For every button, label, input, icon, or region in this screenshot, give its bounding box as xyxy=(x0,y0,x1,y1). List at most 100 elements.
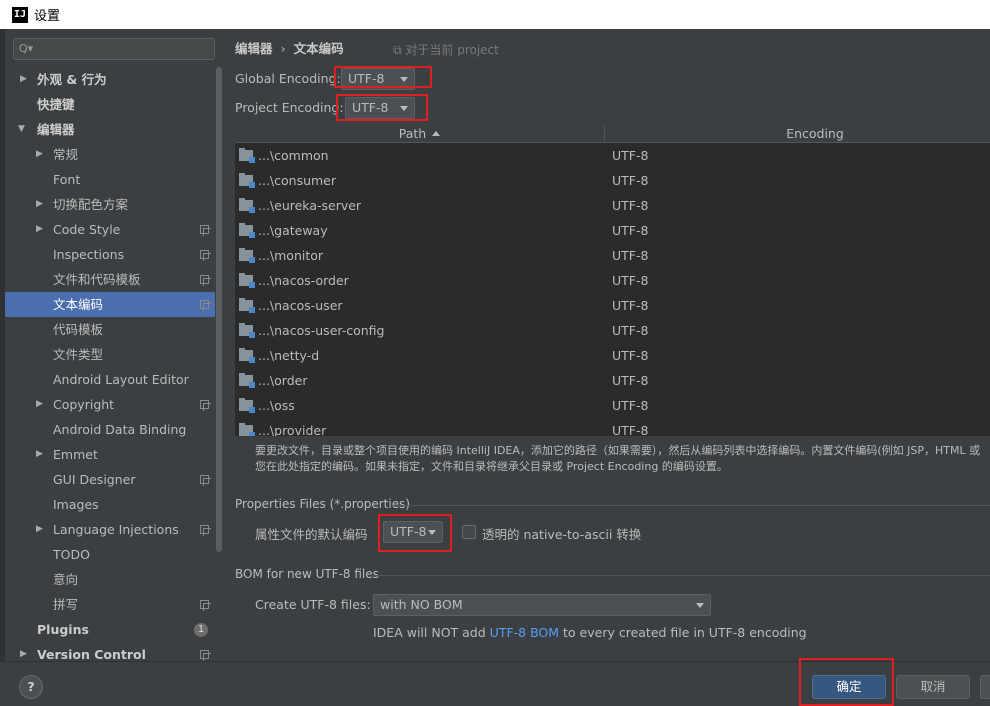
row-encoding[interactable]: UTF-8 xyxy=(612,193,648,218)
table-row[interactable]: ...\oss UTF-8 xyxy=(235,393,990,418)
table-row[interactable]: ...\common UTF-8 xyxy=(235,143,990,168)
module-folder-icon xyxy=(239,423,255,436)
breadcrumb-separator: › xyxy=(280,41,286,56)
section-divider xyxy=(390,505,990,506)
sidebar-item-emmet[interactable]: ▶ Emmet xyxy=(5,442,215,467)
sidebar-item-color-scheme[interactable]: ▶ 切换配色方案 xyxy=(5,192,215,217)
sidebar-item-android-layout-editor[interactable]: Android Layout Editor xyxy=(5,367,215,392)
row-encoding[interactable]: UTF-8 xyxy=(612,243,648,268)
row-encoding[interactable]: UTF-8 xyxy=(612,268,648,293)
row-path: ...\provider xyxy=(258,423,327,436)
search-icon: Q▾ xyxy=(19,42,34,55)
title-bar: IJ 设置 xyxy=(0,0,990,29)
sidebar-item-intentions[interactable]: 意向 xyxy=(5,567,215,592)
utf8-bom-link[interactable]: UTF-8 BOM xyxy=(490,625,559,640)
expand-arrow-icon[interactable]: ▶ xyxy=(20,67,27,92)
table-row[interactable]: ...\provider UTF-8 xyxy=(235,418,990,436)
sidebar-item-label: 代码模板 xyxy=(53,322,104,337)
table-row[interactable]: ...\order UTF-8 xyxy=(235,368,990,393)
sidebar-item-label: 拼写 xyxy=(53,597,79,612)
sidebar-item-label: 文件和代码模板 xyxy=(53,272,141,287)
apply-button[interactable] xyxy=(980,675,990,699)
expand-arrow-icon[interactable]: ▶ xyxy=(36,142,43,167)
sidebar-item-inspections[interactable]: Inspections xyxy=(5,242,215,267)
sidebar-item-spelling[interactable]: 拼写 xyxy=(5,592,215,617)
window-title: 设置 xyxy=(34,9,61,24)
sidebar-item-appearance[interactable]: ▶ 外观 & 行为 xyxy=(5,67,215,92)
sidebar-item-font[interactable]: Font xyxy=(5,167,215,192)
row-encoding[interactable]: UTF-8 xyxy=(612,168,648,193)
sidebar-item-plugins[interactable]: Plugins 1 xyxy=(5,617,215,642)
chevron-down-icon xyxy=(696,603,704,608)
help-button[interactable]: ? xyxy=(19,675,43,699)
breadcrumb: 编辑器 › 文本编码 xyxy=(235,38,344,57)
sidebar-item-editor[interactable]: ▼ 编辑器 xyxy=(5,117,215,142)
bom-info: IDEA will NOT add UTF-8 BOM to every cre… xyxy=(373,625,807,640)
row-encoding[interactable]: UTF-8 xyxy=(612,368,648,393)
module-folder-icon xyxy=(239,373,255,388)
project-scope-icon xyxy=(200,225,211,236)
sidebar-item-general[interactable]: ▶ 常规 xyxy=(5,142,215,167)
sidebar-item-android-data-binding[interactable]: Android Data Binding xyxy=(5,417,215,442)
sidebar-item-language-injections[interactable]: ▶ Language Injections xyxy=(5,517,215,542)
native-to-ascii-checkbox[interactable] xyxy=(462,525,476,539)
row-encoding[interactable]: UTF-8 xyxy=(612,343,648,368)
bom-select[interactable]: with NO BOM xyxy=(373,594,711,616)
sidebar-item-label: Language Injections xyxy=(53,522,179,537)
row-path: ...\order xyxy=(258,373,308,388)
encoding-column-header[interactable]: Encoding xyxy=(605,125,990,143)
row-encoding[interactable]: UTF-8 xyxy=(612,318,648,343)
intellij-logo-icon: IJ xyxy=(12,6,28,23)
row-encoding[interactable]: UTF-8 xyxy=(612,393,648,418)
project-scope-icon xyxy=(200,275,211,286)
sidebar-item-live-templates[interactable]: 代码模板 xyxy=(5,317,215,342)
sidebar-item-label: 常规 xyxy=(53,147,79,162)
table-row[interactable]: ...\netty-d UTF-8 xyxy=(235,343,990,368)
sidebar-scrollbar[interactable] xyxy=(216,67,222,552)
sidebar-item-code-style[interactable]: ▶ Code Style xyxy=(5,217,215,242)
table-row[interactable]: ...\gateway UTF-8 xyxy=(235,218,990,243)
sidebar-item-images[interactable]: Images xyxy=(5,492,215,517)
module-folder-icon xyxy=(239,298,255,313)
cancel-button[interactable]: 取消 xyxy=(896,675,970,699)
sidebar-item-todo[interactable]: TODO xyxy=(5,542,215,567)
row-path: ...\gateway xyxy=(258,223,328,238)
encoding-hint: 要更改文件，目录或整个项目使用的编码 IntelliJ IDEA，添加它的路径（… xyxy=(255,443,990,475)
collapse-arrow-icon[interactable]: ▼ xyxy=(18,117,25,142)
expand-arrow-icon[interactable]: ▶ xyxy=(36,192,43,217)
sidebar-item-label: 快捷键 xyxy=(37,97,75,112)
table-row[interactable]: ...\nacos-order UTF-8 xyxy=(235,268,990,293)
table-row[interactable]: ...\monitor UTF-8 xyxy=(235,243,990,268)
row-encoding[interactable]: UTF-8 xyxy=(612,293,648,318)
path-column-header[interactable]: Path xyxy=(235,125,605,143)
sidebar-item-file-encodings[interactable]: 文本编码 xyxy=(5,292,215,317)
module-folder-icon xyxy=(239,198,255,213)
sidebar-item-label: 外观 & 行为 xyxy=(37,72,107,87)
sidebar-item-gui-designer[interactable]: GUI Designer xyxy=(5,467,215,492)
expand-arrow-icon[interactable]: ▶ xyxy=(36,217,43,242)
update-count-badge: 1 xyxy=(194,623,208,637)
table-row[interactable]: ...\nacos-user UTF-8 xyxy=(235,293,990,318)
sidebar-item-file-templates[interactable]: 文件和代码模板 xyxy=(5,267,215,292)
properties-default-label: 属性文件的默认编码 xyxy=(255,527,368,542)
row-path: ...\netty-d xyxy=(258,348,320,363)
table-row[interactable]: ...\consumer UTF-8 xyxy=(235,168,990,193)
sidebar-item-label: 文本编码 xyxy=(53,297,104,312)
table-row[interactable]: ...\eureka-server UTF-8 xyxy=(235,193,990,218)
module-folder-icon xyxy=(239,323,255,338)
settings-content: 编辑器 › 文本编码 ⧉ 对于当前 project Global Encoding:… xyxy=(225,29,990,661)
project-scope-icon xyxy=(200,475,211,486)
row-encoding[interactable]: UTF-8 xyxy=(612,218,648,243)
expand-arrow-icon[interactable]: ▶ xyxy=(36,517,43,542)
project-scope-icon xyxy=(200,300,211,311)
breadcrumb-parent: 编辑器 xyxy=(235,41,273,56)
sidebar-item-file-types[interactable]: 文件类型 xyxy=(5,342,215,367)
row-encoding[interactable]: UTF-8 xyxy=(612,143,648,168)
expand-arrow-icon[interactable]: ▶ xyxy=(36,392,43,417)
row-encoding[interactable]: UTF-8 xyxy=(612,418,648,436)
sidebar-item-keymap[interactable]: 快捷键 xyxy=(5,92,215,117)
table-row[interactable]: ...\nacos-user-config UTF-8 xyxy=(235,318,990,343)
settings-search-input[interactable]: Q▾ xyxy=(13,38,215,60)
expand-arrow-icon[interactable]: ▶ xyxy=(36,442,43,467)
sidebar-item-copyright[interactable]: ▶ Copyright xyxy=(5,392,215,417)
